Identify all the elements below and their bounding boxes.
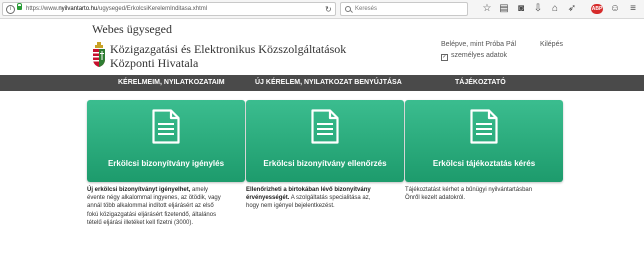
url-prefix: https://www. <box>26 6 59 12</box>
url-domain: nyilvantarto.hu <box>58 6 98 12</box>
desc-bold: Ellenőrizheti a birtokában lévő bizonyít… <box>246 187 371 193</box>
org-name-line2: Központi Hivatala <box>110 56 199 70</box>
home-icon[interactable]: ⌂ <box>548 2 562 16</box>
personal-data-label: személyes adatok <box>451 52 508 59</box>
card-certificate-verification[interactable]: Erkölcsi bizonyítvány ellenőrzés <box>246 100 404 182</box>
desc-bold: Új erkölcsi bizonyítványt igényelhet, <box>87 187 191 193</box>
search-bar[interactable]: Keresés <box>340 2 468 16</box>
card-label: Erkölcsi bizonyítvány igénylés <box>107 159 225 168</box>
desc-text: amely <box>190 187 209 193</box>
desc-line: Új erkölcsi bizonyítványt igényelhet, am… <box>87 186 221 194</box>
desc-line: érvényességét. A szolgáltatás specialitá… <box>246 194 371 202</box>
card-certificate-request[interactable]: Erkölcsi bizonyítvány igénylés <box>87 100 245 182</box>
reload-icon[interactable]: ↻ <box>325 4 332 15</box>
desc-line: évente négy alkalommal ingyenes, az ötöd… <box>87 195 221 202</box>
url-text[interactable]: https://www.nyilvantarto.hu/ugyseged/Erk… <box>26 4 207 15</box>
card-description: Ellenőrizheti a birtokában lévő bizonyít… <box>246 186 371 211</box>
desc-line: tételű eljárási illetéket kell fizetni (… <box>87 219 194 226</box>
desc-line: fokú közigazgatási eljárásért fizetendő,… <box>87 211 217 218</box>
download-icon[interactable]: ⇩ <box>531 2 545 16</box>
document-icon <box>152 109 180 144</box>
nav-item-new-request[interactable]: ÚJ KÉRELEM, NYILATKOZAT BENYÚJTÁSA <box>255 75 402 91</box>
personal-data-link[interactable]: ✓ személyes adatok <box>441 52 507 61</box>
reading-list-icon[interactable]: ▤ <box>497 2 511 16</box>
document-icon <box>311 109 339 144</box>
nav-item-information[interactable]: TÁJÉKOZTATÓ <box>455 75 506 91</box>
logout-link[interactable]: Kilépés <box>540 41 563 48</box>
document-icon <box>470 109 498 144</box>
desc-line: annál több alkalommal indított eljárásér… <box>87 203 214 210</box>
pocket-icon[interactable]: ◙ <box>514 2 528 16</box>
url-bar[interactable]: i https://www.nyilvantarto.hu/ugyseged/E… <box>2 2 336 16</box>
lock-icon[interactable] <box>17 3 22 10</box>
coat-of-arms-icon <box>93 42 105 67</box>
card-info-request[interactable]: Erkölcsi tájékoztatás kérés <box>405 100 563 182</box>
logged-in-user: Belépve, mint Próba Pál <box>441 41 517 48</box>
site-small-title: Webes ügyseged <box>92 22 173 36</box>
desc-line: Tájékoztatást kérhet a bűnügyi nyilvánta… <box>405 187 533 193</box>
org-name-line1: Közigazgatási és Elektronikus Közszolgál… <box>110 42 347 56</box>
desc-line: hogy nem igényel bejelentkezést. <box>246 203 335 210</box>
search-placeholder: Keresés <box>355 6 378 12</box>
card-label: Erkölcsi bizonyítvány ellenőrzés <box>263 159 387 168</box>
desc-line: Önről kezelt adatokról. <box>405 195 466 202</box>
bookmark-star-icon[interactable]: ☆ <box>480 2 494 16</box>
main-nav: KÉRELMEIM, NYILATKOZATAIM ÚJ KÉRELEM, NY… <box>0 75 644 91</box>
url-path: /ugyseged/ErkolcsiKerelemInditasa.xhtml <box>97 6 208 12</box>
check-icon: ✓ <box>441 54 448 61</box>
search-icon <box>345 6 351 12</box>
desc-line: Ellenőrizheti a birtokában lévő bizonyít… <box>246 186 371 194</box>
info-icon[interactable]: i <box>6 5 15 14</box>
smiley-icon[interactable]: ☺ <box>608 2 622 16</box>
browser-toolbar: i https://www.nyilvantarto.hu/ugyseged/E… <box>0 0 644 19</box>
desc-bold: érvényességét. <box>246 195 290 202</box>
send-icon[interactable]: ➶ <box>565 2 579 16</box>
nav-item-my-requests[interactable]: KÉRELMEIM, NYILATKOZATAIM <box>118 75 225 91</box>
desc-text: A szolgáltatás specialitása az, <box>289 195 371 202</box>
card-description: Tájékoztatást kérhet a bűnügyi nyilvánta… <box>405 186 532 202</box>
adblock-icon[interactable]: ABP <box>591 4 603 14</box>
card-description: Új erkölcsi bizonyítványt igényelhet, am… <box>87 186 221 227</box>
card-label: Erkölcsi tájékoztatás kérés <box>432 159 536 168</box>
menu-icon[interactable]: ≡ <box>626 2 640 16</box>
